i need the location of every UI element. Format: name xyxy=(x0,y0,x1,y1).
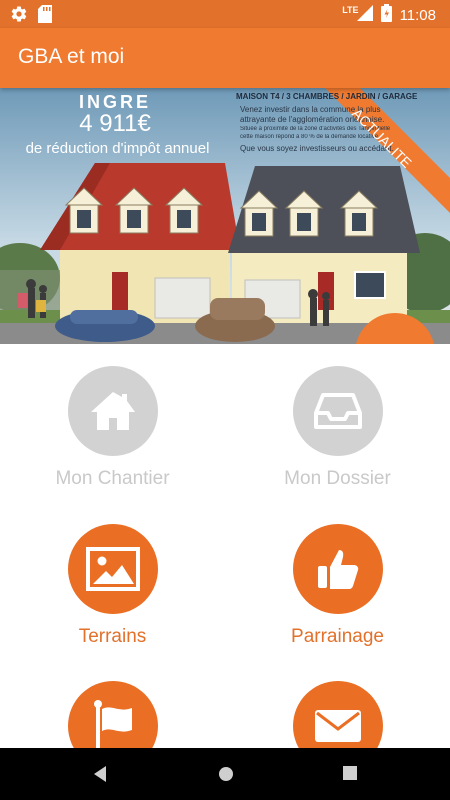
network-type: LTE xyxy=(342,5,359,15)
banner-fine-line2: cette maison répond à 80 % de la demande… xyxy=(240,134,380,140)
menu-item-mon-chantier[interactable]: Mon Chantier xyxy=(0,366,225,490)
gear-icon xyxy=(10,5,28,28)
menu-item-terrains[interactable]: Terrains xyxy=(0,524,225,648)
menu-item-flag[interactable] xyxy=(0,681,225,748)
app-bar: GBA et moi xyxy=(0,28,450,88)
menu-item-parrainage[interactable]: Parrainage xyxy=(225,524,450,648)
menu-item-mon-dossier[interactable]: Mon Dossier xyxy=(225,366,450,490)
inbox-tray-icon xyxy=(292,366,383,456)
envelope-icon xyxy=(292,681,383,748)
app-title: GBA et moi xyxy=(18,45,125,68)
menu-grid: Mon Chantier Mon Dossier Terrains Parrai… xyxy=(0,344,450,748)
menu-item-label: Mon Chantier xyxy=(55,468,170,489)
menu-item-label: Parrainage xyxy=(291,626,384,647)
menu-item-contact[interactable] xyxy=(225,681,450,748)
banner-body-line1: Venez investir dans la commune la plus xyxy=(240,105,381,114)
banner-body-line2: attrayante de l'agglomération orléanaise… xyxy=(240,115,385,124)
menu-item-label: Terrains xyxy=(78,626,147,647)
banner-fine-line1: Située à proximité de la zone d'activité… xyxy=(240,126,391,132)
clock: 11:08 xyxy=(399,6,436,24)
banner-spec: MAISON T4 / 3 CHAMBRES / JARDIN / GARAGE xyxy=(236,92,418,101)
banner-subtitle: de réduction d'impôt annuel xyxy=(25,140,210,157)
signal-icon xyxy=(356,5,373,25)
thumbs-up-icon xyxy=(292,524,383,614)
image-icon xyxy=(67,524,158,614)
sd-card-icon xyxy=(38,5,52,28)
banner-amount: 4 911€ xyxy=(79,110,151,137)
battery-icon xyxy=(380,4,392,26)
menu-item-label: Mon Dossier xyxy=(284,468,391,489)
back-icon[interactable] xyxy=(92,765,108,788)
status-bar: LTE 11:08 xyxy=(0,0,450,28)
recents-icon[interactable] xyxy=(342,765,358,786)
home-icon[interactable] xyxy=(217,765,235,788)
house-icon xyxy=(67,366,158,456)
system-nav-bar xyxy=(0,748,450,800)
news-banner[interactable]: INGRE 4 911€ de réduction d'impôt annuel… xyxy=(0,88,450,344)
flag-icon xyxy=(67,681,158,748)
